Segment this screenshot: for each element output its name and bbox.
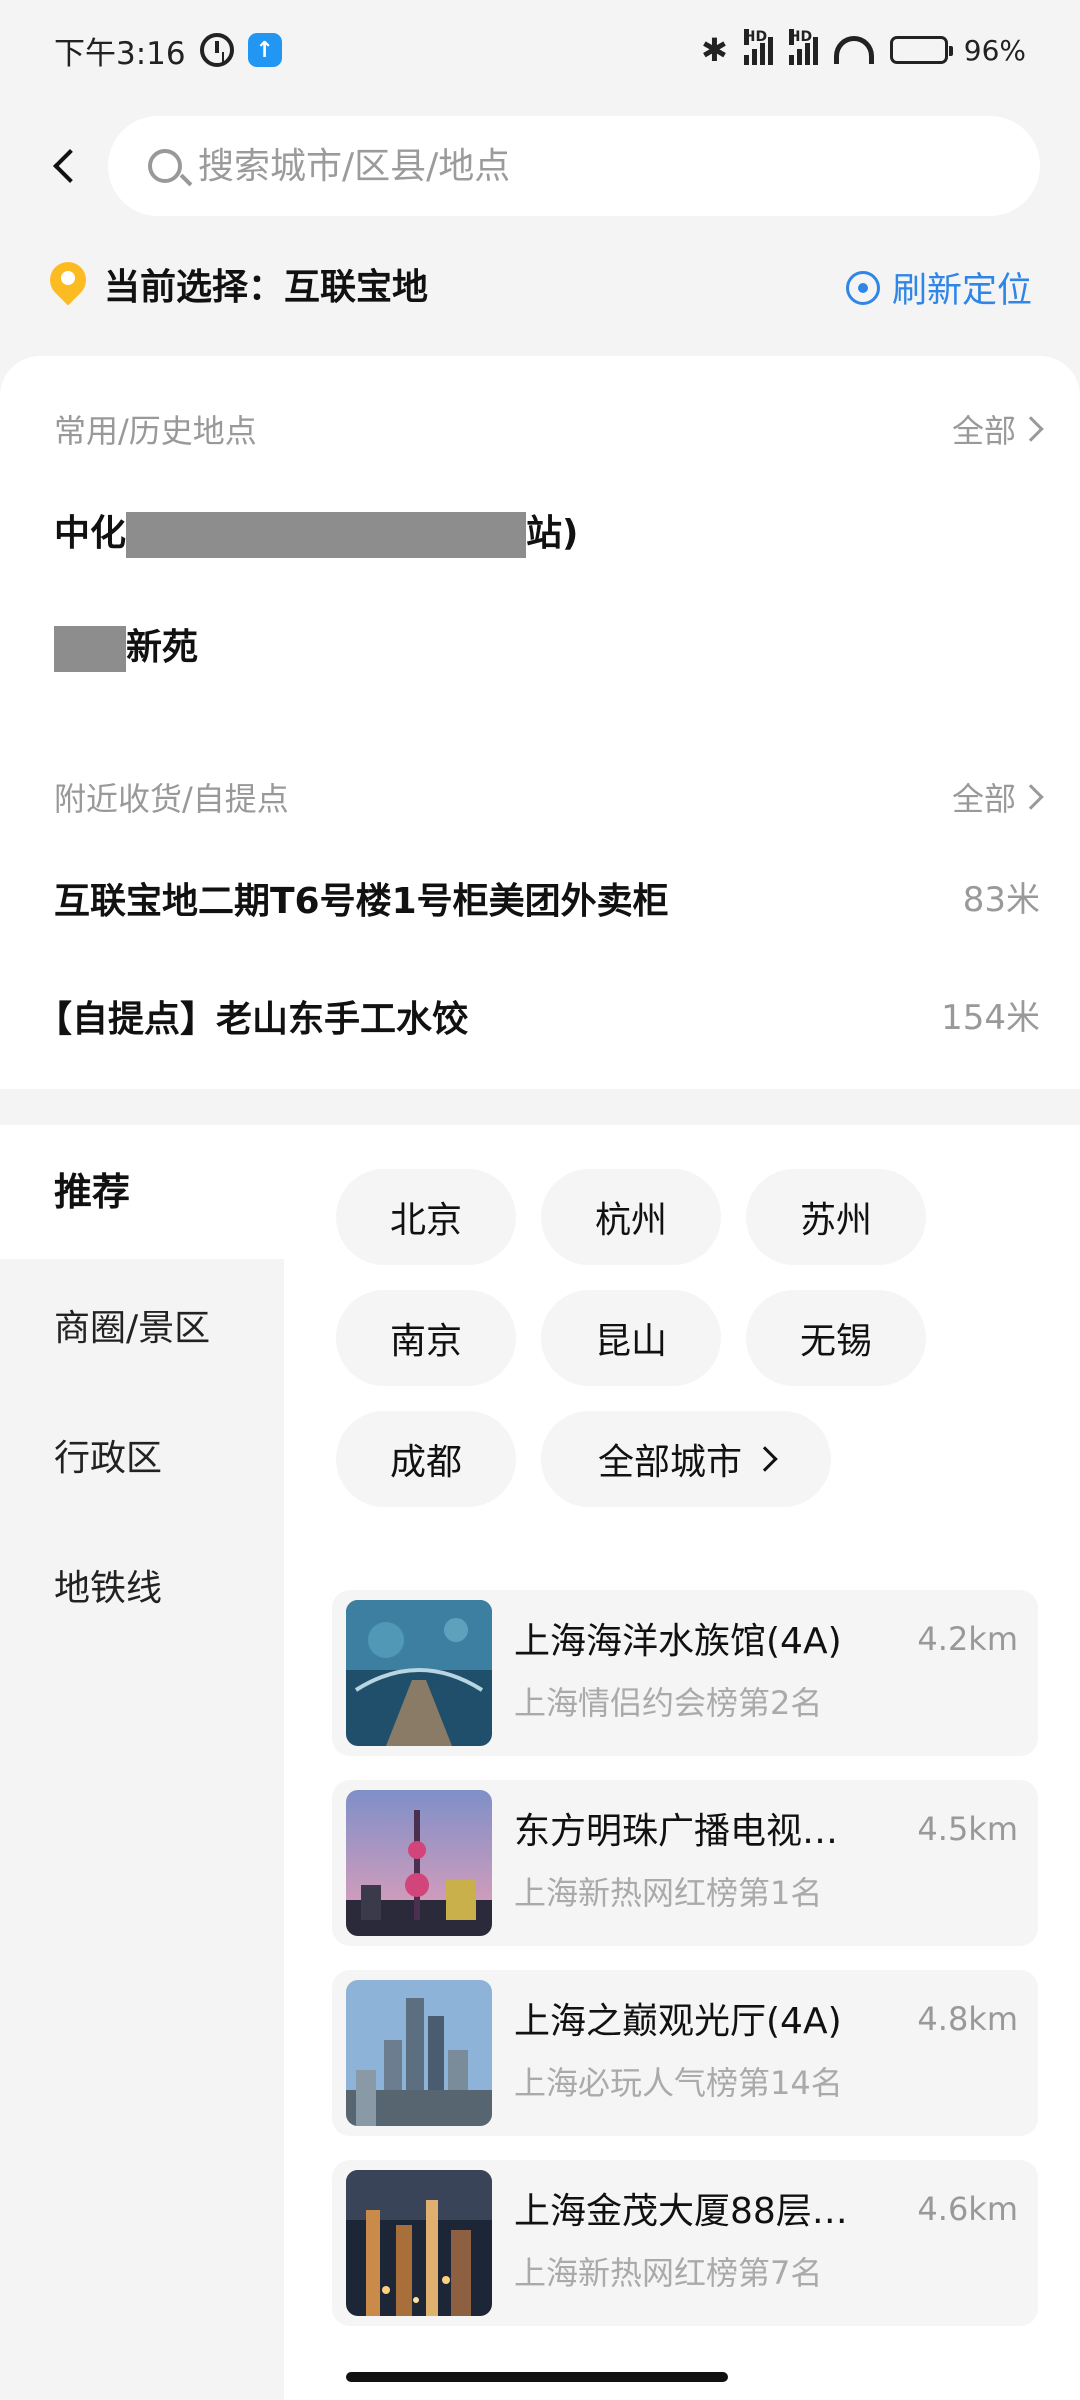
attraction-title: 上海金茂大厦88层… [514,2191,848,2232]
attraction-distance: 4.5km [917,1810,1018,1848]
home-indicator [346,2372,728,2382]
nearby-points-all-link[interactable]: 全部 [951,774,1044,820]
tower-image [346,1790,492,1936]
current-location-label: 当前选择：互联宝地 [104,267,429,308]
city-chip-chengdu[interactable]: 成都 [336,1411,516,1507]
all-label: 全部 [951,412,1016,450]
city-chip-nanjing[interactable]: 南京 [336,1290,516,1386]
signal-icon: HD [743,29,773,65]
city-browser: 推荐 商圈/景区 行政区 地铁线 北京 杭州 苏州 南京 昆山 无锡 成都 全部… [0,1125,1080,2400]
common-places-all-link[interactable]: 全部 [951,406,1044,452]
attraction-title: 上海之巅观光厅(4A) [514,2001,842,2042]
nav-item-district[interactable]: 行政区 [54,1429,162,1481]
chevron-right-icon [1018,784,1044,810]
status-time: 下午3:16 [54,35,186,72]
alarm-icon [199,33,234,67]
status-left: 下午3:16 ↑ [54,28,282,73]
city-chip-beijing[interactable]: 北京 [336,1169,516,1265]
attraction-distance: 4.2km [917,1620,1018,1658]
status-bar: 下午3:16 ↑ ✱ HD HD 96% [0,0,1080,100]
refresh-location-button[interactable]: 刷新定位 [845,262,1032,313]
common-places-title: 常用/历史地点 [54,412,257,450]
nearby-point-item[interactable]: 互联宝地二期T6号楼1号柜美团外卖柜 [54,872,669,924]
chevron-right-icon [1018,416,1044,442]
signal-hd-label: HD [788,29,813,45]
attraction-card[interactable]: 上海海洋水族馆(4A) 上海情侣约会榜第2名 4.2km [332,1590,1038,1756]
aquarium-image [346,1600,492,1746]
redacted-block [54,626,126,672]
nav-item-business-district[interactable]: 商圈/景区 [54,1299,210,1351]
attraction-rank: 上海情侣约会榜第2名 [514,1684,823,1722]
chevron-left-icon [53,149,87,183]
nav-item-metro[interactable]: 地铁线 [54,1559,162,1611]
attraction-title: 上海海洋水族馆(4A) [514,1621,842,1662]
city-chip-suzhou[interactable]: 苏州 [746,1169,926,1265]
nearby-distance: 83米 [962,880,1040,920]
current-location[interactable]: 当前选择：互联宝地 [42,254,429,310]
common-place-item[interactable]: 中化 站) [54,504,578,558]
attraction-rank: 上海必玩人气榜第14名 [514,2064,843,2102]
nearby-distance: 154米 [941,998,1040,1038]
attraction-distance: 4.6km [917,2190,1018,2228]
locate-icon [845,270,880,305]
all-cities-button[interactable]: 全部城市 [541,1411,831,1507]
city-chip-kunshan[interactable]: 昆山 [541,1290,721,1386]
attraction-card[interactable]: 东方明珠广播电视… 上海新热网红榜第1名 4.5km [332,1780,1038,1946]
search-icon [148,149,182,183]
refresh-location-label: 刷新定位 [891,271,1032,311]
attraction-card[interactable]: 上海金茂大厦88层… 上海新热网红榜第7名 4.6km [332,2160,1038,2326]
wifi-icon [833,36,874,64]
place-name-suffix: 新苑 [126,627,199,668]
all-cities-label: 全部城市 [597,1442,742,1483]
search-input[interactable] [198,145,898,187]
attraction-title: 东方明珠广播电视… [514,1811,839,1852]
header [0,110,1080,230]
redacted-block [126,512,527,558]
upload-icon: ↑ [247,33,282,67]
bluetooth-icon: ✱ [700,31,728,69]
city-chip-wuxi[interactable]: 无锡 [746,1290,926,1386]
back-button[interactable] [48,138,87,194]
attraction-distance: 4.8km [917,2000,1018,2038]
nearby-points-title: 附近收货/自提点 [54,780,289,818]
nav-recommend[interactable]: 推荐 [54,1161,130,1216]
place-name-suffix: 站) [526,513,579,554]
attraction-rank: 上海新热网红榜第1名 [514,1874,823,1912]
places-card: 常用/历史地点 全部 中化 站) 新苑 附近收货/自提点 全部 互联宝地二期T6号… [0,356,1080,1089]
all-label: 全部 [951,780,1016,818]
signal-hd-label: HD [743,29,768,45]
chevron-right-icon [752,1446,778,1472]
status-right: ✱ HD HD 96% [700,29,1026,69]
current-location-row: 当前选择：互联宝地 刷新定位 [0,250,1080,320]
place-name-prefix: 中化 [54,513,127,554]
nearby-point-item[interactable]: 【自提点】老山东手工水饺 [36,990,468,1042]
common-place-item[interactable]: 新苑 [54,618,198,672]
night-city-image [346,2170,492,2316]
city-chip-hangzhou[interactable]: 杭州 [541,1169,721,1265]
search-box[interactable] [108,116,1040,216]
battery-icon [889,36,953,64]
skyline-image [346,1980,492,2126]
location-pin-icon [42,254,94,306]
attraction-rank: 上海新热网红榜第7名 [514,2254,823,2292]
left-nav: 商圈/景区 行政区 地铁线 [0,1259,284,2400]
signal-icon: HD [788,29,818,65]
battery-percent: 96% [963,33,1026,67]
attraction-card[interactable]: 上海之巅观光厅(4A) 上海必玩人气榜第14名 4.8km [332,1970,1038,2136]
